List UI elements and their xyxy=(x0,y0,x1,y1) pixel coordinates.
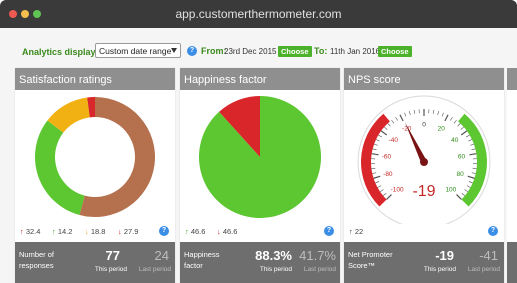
footer-label: Net Promoter Score™ xyxy=(348,250,393,270)
arrow-down-icon: ↓ xyxy=(85,227,89,236)
browser-window: app.customerthermometer.com Analytics di… xyxy=(0,0,517,283)
stat-item: ↑ 14.2 xyxy=(52,227,72,236)
panel-title: Happiness factor xyxy=(180,68,340,90)
stat-item: ↓ 18.8 xyxy=(85,227,105,236)
stat-value: 22 xyxy=(354,227,364,236)
help-icon[interactable]: ? xyxy=(324,226,334,236)
nps-gauge: -100-80-60-40-20020406080100-19 xyxy=(357,95,491,224)
gauge-label: 60 xyxy=(458,154,466,161)
date-range-select[interactable]: Custom date range xyxy=(95,43,181,58)
help-icon[interactable]: ? xyxy=(187,46,197,56)
panel-title: NPS score xyxy=(344,68,504,90)
last-period-label: Last period xyxy=(138,266,171,273)
date-range-value: Custom date range xyxy=(99,46,172,56)
address-bar[interactable]: app.customerthermometer.com xyxy=(0,7,517,21)
satisfaction-stats: ↑ 32.4 ↑ 14.2 ↓ 18.8 ↓ 27.9 ? xyxy=(15,224,175,238)
footer-label: Happiness factor xyxy=(184,250,220,270)
from-date: 23rd Dec 2015 xyxy=(224,47,277,56)
help-icon[interactable]: ? xyxy=(159,226,169,236)
stat-item: ↑ 22 xyxy=(349,227,363,236)
stat-item: ↓ 46.6 xyxy=(217,227,237,236)
this-period-value: 77 xyxy=(105,248,120,263)
stat-item: ↑ 46.6 xyxy=(185,227,205,236)
last-period-value: -41 xyxy=(479,248,498,263)
gauge-label: 0 xyxy=(422,122,426,129)
gauge-label: -100 xyxy=(391,186,404,193)
panel-footer: Happiness factor 88.3% 41.7% This period… xyxy=(180,242,340,283)
to-date: 11th Jan 2016 xyxy=(330,47,381,56)
to-label: To: xyxy=(314,46,328,56)
arrow-up-icon: ↑ xyxy=(185,227,189,236)
this-period-label: This period xyxy=(94,266,127,273)
stat-value: 46.6 xyxy=(190,227,206,236)
last-period-value: 24 xyxy=(154,248,169,263)
stat-item: ↑ 32.4 xyxy=(20,227,40,236)
this-period-label: This period xyxy=(423,266,456,273)
gauge-label: 80 xyxy=(457,171,465,178)
choose-to-button[interactable]: Choose xyxy=(378,46,412,57)
arrow-down-icon: ↑ xyxy=(20,227,24,236)
satisfaction-panel: Satisfaction ratings ↑ 32.4 ↑ 14.2 ↓ 18.… xyxy=(15,68,175,283)
gauge-hub xyxy=(420,158,428,166)
from-label: From: xyxy=(201,46,227,56)
stat-value: 46.6 xyxy=(222,227,238,236)
panel-footer: Number of responses 77 24 This period La… xyxy=(15,242,175,283)
last-period-label: Last period xyxy=(467,266,500,273)
nps-panel: NPS score -100 -80 -60 -40 -20 0 20 40 60 80 100 -1… xyxy=(344,68,504,283)
stat-item: ↓ 27.9 xyxy=(118,227,138,236)
gauge-label: -40 xyxy=(389,137,399,144)
gauge-label: 20 xyxy=(438,126,446,133)
stat-value: 32.4 xyxy=(25,227,41,236)
this-period-value: -19 xyxy=(435,248,454,263)
next-panel-edge xyxy=(507,68,517,283)
this-period-label: This period xyxy=(259,266,292,273)
chevron-down-icon xyxy=(171,48,177,53)
happiness-panel: Happiness factor ↑ 46.6 ↓ 46.6 ? Happine… xyxy=(180,68,340,283)
nps-stats: ↑ 22 ? xyxy=(344,224,504,238)
stat-value: 18.8 xyxy=(90,227,106,236)
stat-value: 27.9 xyxy=(123,227,139,236)
arrow-down-icon: ↓ xyxy=(118,227,122,236)
this-period-value: 88.3% xyxy=(255,248,292,263)
analytics-toolbar: Analytics display: Custom date range ? F… xyxy=(0,28,517,70)
choose-from-button[interactable]: Choose xyxy=(278,46,312,57)
happiness-pie-chart xyxy=(199,96,321,218)
title-bar: app.customerthermometer.com xyxy=(0,0,517,28)
panel-title: Satisfaction ratings xyxy=(15,68,175,90)
last-period-label: Last period xyxy=(303,266,336,273)
panel-title xyxy=(507,68,517,90)
arrow-up-icon: ↑ xyxy=(349,227,353,236)
stat-value: 14.2 xyxy=(57,227,73,236)
gauge-label: -60 xyxy=(382,154,392,161)
gauge-label: 40 xyxy=(451,137,459,144)
satisfaction-donut-chart xyxy=(34,97,155,217)
arrow-up-icon: ↑ xyxy=(52,227,56,236)
last-period-value: 41.7% xyxy=(299,248,336,263)
analytics-display-label: Analytics display: xyxy=(22,47,99,57)
footer-label: Number of responses xyxy=(19,250,55,270)
panel-footer xyxy=(507,242,517,283)
gauge-label: -80 xyxy=(383,171,393,178)
gauge-label: 100 xyxy=(445,186,456,193)
gauge-value: -19 xyxy=(412,183,435,200)
arrow-down-icon: ↓ xyxy=(217,227,221,236)
help-icon[interactable]: ? xyxy=(488,226,498,236)
donut-slice-green xyxy=(34,120,85,215)
panel-footer: Net Promoter Score™ -19 -41 This period … xyxy=(344,242,504,283)
happiness-stats: ↑ 46.6 ↓ 46.6 ? xyxy=(180,224,340,238)
